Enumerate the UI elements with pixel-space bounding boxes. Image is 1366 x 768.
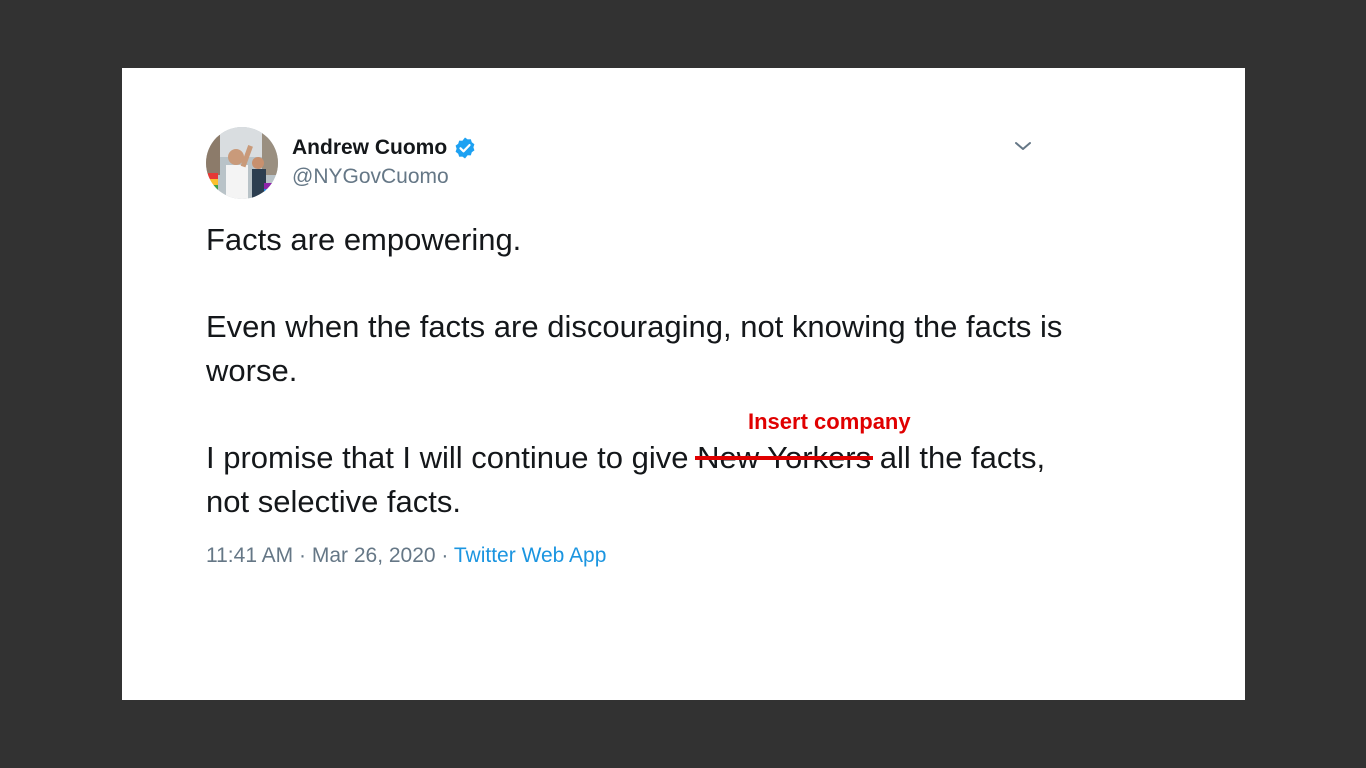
- tweet-metadata: 11:41 AM · Mar 26, 2020 · Twitter Web Ap…: [206, 544, 606, 568]
- author-avatar[interactable]: [206, 127, 278, 199]
- paragraph-3-start: I promise that I will continue to give: [206, 440, 698, 475]
- struck-text-wrap: New Yorkers: [695, 436, 874, 480]
- author-handle[interactable]: @NYGovCuomo: [292, 165, 449, 189]
- meta-separator-2: ·: [435, 544, 454, 567]
- tweet-paragraph-1: Facts are empowering.: [206, 222, 522, 257]
- tweet-date[interactable]: Mar 26, 2020: [312, 544, 436, 567]
- author-name-row[interactable]: Andrew Cuomo: [292, 136, 477, 160]
- tweet-body: Facts are empowering. Even when the fact…: [206, 218, 1066, 524]
- tweet-time[interactable]: 11:41 AM: [206, 544, 293, 567]
- tweet-paragraph-2: Even when the facts are discouraging, no…: [206, 309, 1063, 388]
- tweet-source-link[interactable]: Twitter Web App: [454, 544, 607, 567]
- chevron-down-icon[interactable]: [1011, 134, 1035, 158]
- verified-badge-icon: [453, 136, 477, 160]
- strikethrough-line: [695, 456, 874, 460]
- author-name[interactable]: Andrew Cuomo: [292, 136, 447, 160]
- meta-separator: ·: [293, 544, 312, 567]
- tweet-paragraph-3: I promise that I will continue to give N…: [206, 436, 1066, 524]
